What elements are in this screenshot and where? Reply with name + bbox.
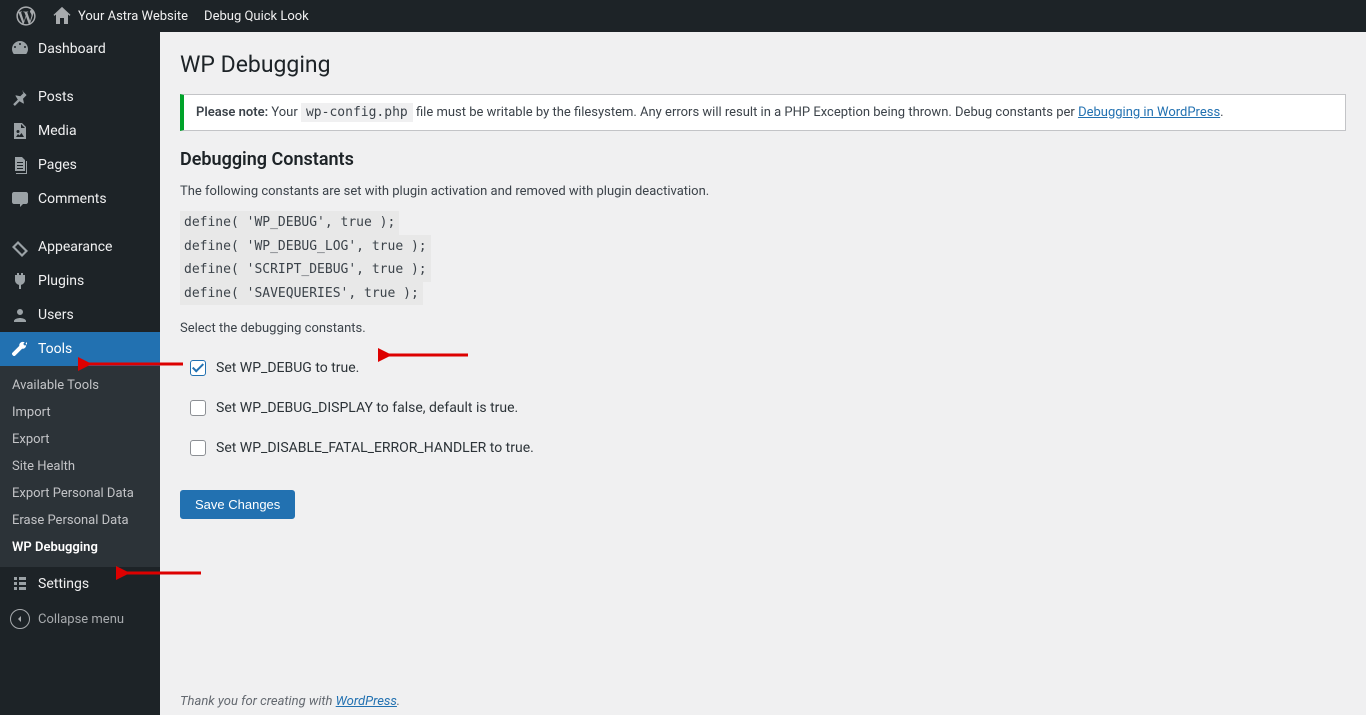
check-label: Set WP_DEBUG to true. <box>216 360 359 376</box>
comments-icon <box>10 189 30 209</box>
code-line: define( 'WP_DEBUG', true ); <box>180 211 399 235</box>
appearance-icon <box>10 237 30 257</box>
tools-icon <box>10 339 30 359</box>
sidebar-item-media[interactable]: Media <box>0 114 160 148</box>
submenu-export[interactable]: Export <box>0 426 160 453</box>
checkbox-wp-debug-display[interactable] <box>190 400 206 416</box>
select-prompt: Select the debugging constants. <box>180 321 1346 336</box>
code-line: define( 'WP_DEBUG_LOG', true ); <box>180 235 431 259</box>
page-title: WP Debugging <box>180 42 1346 82</box>
check-wp-debug-display: Set WP_DEBUG_DISPLAY to false, default i… <box>180 400 1346 416</box>
sidebar-item-settings[interactable]: Settings <box>0 567 160 601</box>
sidebar-item-comments[interactable]: Comments <box>0 182 160 216</box>
tools-submenu: Available Tools Import Export Site Healt… <box>0 366 160 567</box>
settings-icon <box>10 574 30 594</box>
checkbox-wp-debug[interactable] <box>190 360 206 376</box>
check-wp-debug: Set WP_DEBUG to true. <box>180 360 1346 376</box>
media-icon <box>10 121 30 141</box>
submenu-wp-debugging[interactable]: WP Debugging <box>0 534 160 561</box>
admin-bar: Your Astra Website Debug Quick Look <box>0 0 1366 32</box>
save-button[interactable]: Save Changes <box>180 490 295 519</box>
submenu-site-health[interactable]: Site Health <box>0 453 160 480</box>
plugins-icon <box>10 271 30 291</box>
sidebar-item-posts[interactable]: Posts <box>0 80 160 114</box>
check-fatal-error-handler: Set WP_DISABLE_FATAL_ERROR_HANDLER to tr… <box>180 440 1346 456</box>
site-name: Your Astra Website <box>78 9 188 24</box>
sidebar-item-tools[interactable]: Tools <box>0 332 160 366</box>
footer-credit: Thank you for creating with WordPress. <box>180 694 400 709</box>
collapse-menu[interactable]: Collapse menu <box>0 601 160 637</box>
submenu-available-tools[interactable]: Available Tools <box>0 372 160 399</box>
constants-code-block: define( 'WP_DEBUG', true ); define( 'WP_… <box>180 211 1346 305</box>
home-icon <box>52 6 72 26</box>
footer-wp-link[interactable]: WordPress <box>336 694 397 709</box>
notice-strong: Please note: <box>196 105 268 120</box>
submenu-import[interactable]: Import <box>0 399 160 426</box>
debug-quick-look-link[interactable]: Debug Quick Look <box>196 0 317 32</box>
site-home-link[interactable]: Your Astra Website <box>44 0 196 32</box>
admin-sidebar: Dashboard Posts Media Pages Comments App… <box>0 32 160 715</box>
sidebar-item-pages[interactable]: Pages <box>0 148 160 182</box>
notice-code: wp-config.php <box>301 103 413 122</box>
section-title: Debugging Constants <box>180 149 1346 170</box>
wp-logo-menu[interactable] <box>8 0 44 32</box>
sidebar-item-plugins[interactable]: Plugins <box>0 264 160 298</box>
check-label: Set WP_DEBUG_DISPLAY to false, default i… <box>216 400 518 416</box>
submenu-export-personal-data[interactable]: Export Personal Data <box>0 480 160 507</box>
sidebar-item-users[interactable]: Users <box>0 298 160 332</box>
checkbox-fatal-error-handler[interactable] <box>190 440 206 456</box>
collapse-icon <box>10 609 30 629</box>
wordpress-icon <box>16 6 36 26</box>
intro-text: The following constants are set with plu… <box>180 184 1346 199</box>
check-label: Set WP_DISABLE_FATAL_ERROR_HANDLER to tr… <box>216 440 534 456</box>
pages-icon <box>10 155 30 175</box>
users-icon <box>10 305 30 325</box>
notice-link[interactable]: Debugging in WordPress <box>1078 105 1220 120</box>
submenu-erase-personal-data[interactable]: Erase Personal Data <box>0 507 160 534</box>
code-line: define( 'SCRIPT_DEBUG', true ); <box>180 258 431 282</box>
notice-box: Please note: Your wp-config.php file mus… <box>180 94 1346 131</box>
pin-icon <box>10 87 30 107</box>
code-line: define( 'SAVEQUERIES', true ); <box>180 282 423 306</box>
main-content: WP Debugging Please note: Your wp-config… <box>160 32 1366 715</box>
dashboard-icon <box>10 39 30 59</box>
sidebar-item-dashboard[interactable]: Dashboard <box>0 32 160 66</box>
sidebar-item-appearance[interactable]: Appearance <box>0 230 160 264</box>
